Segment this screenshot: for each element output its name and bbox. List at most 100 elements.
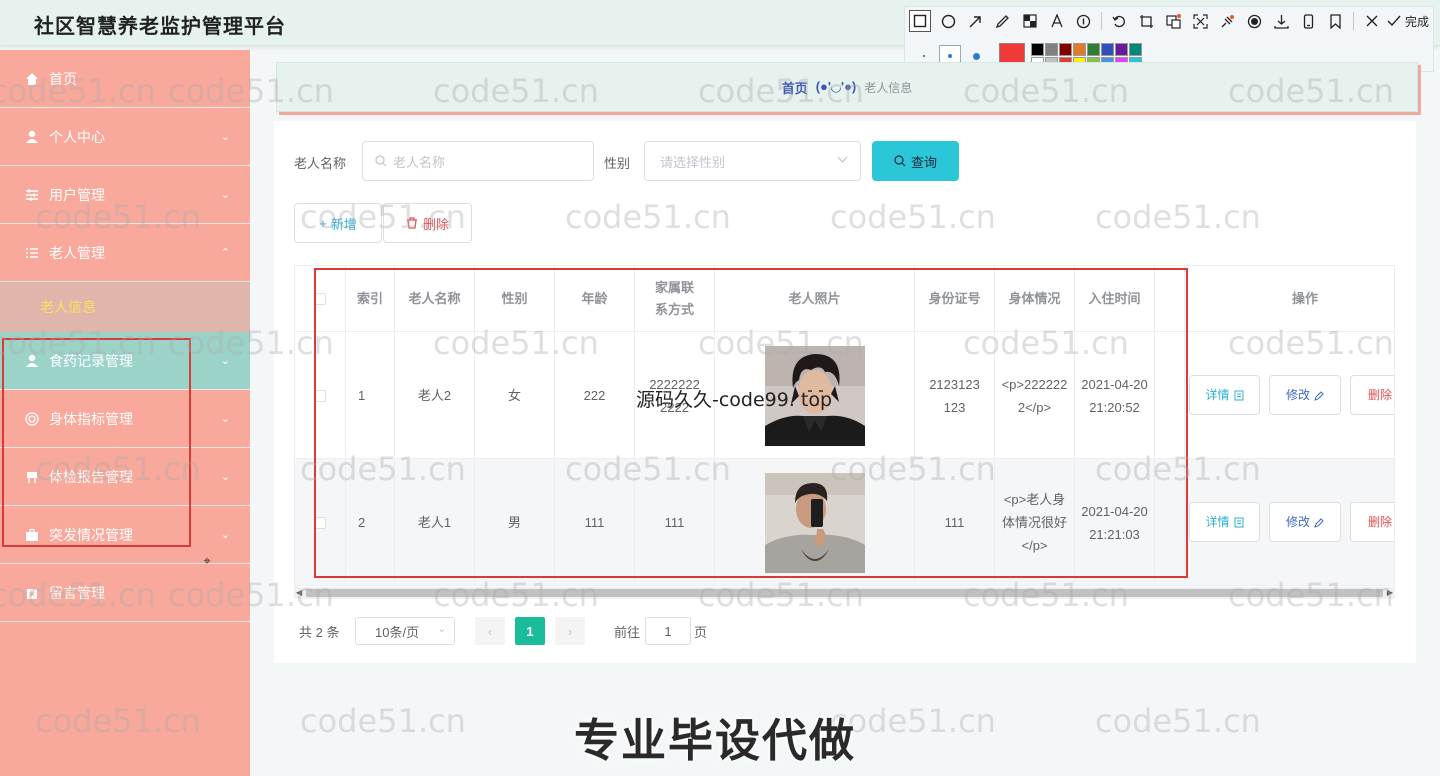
edit-icon: [1314, 390, 1324, 401]
check-icon[interactable]: [1385, 9, 1403, 33]
color-swatch[interactable]: [1129, 42, 1142, 56]
sidebar-item-label: 留言管理: [49, 584, 105, 601]
row-delete-button[interactable]: 删除: [1350, 375, 1394, 415]
chevron-up-icon: ⌃: [220, 247, 230, 259]
color-swatch[interactable]: [1101, 42, 1114, 56]
chevron-down-icon: ⌄: [220, 355, 230, 367]
close-icon[interactable]: [1358, 9, 1385, 33]
color-swatch[interactable]: [1031, 42, 1044, 56]
scroll-left-icon[interactable]: ◀: [296, 587, 302, 599]
edit-button-label: 修改: [1285, 387, 1310, 402]
color-swatch[interactable]: [1087, 42, 1100, 56]
expand-icon[interactable]: [1187, 9, 1214, 33]
watermark-text: code51.cn: [300, 702, 466, 740]
detail-button[interactable]: 详情: [1189, 502, 1260, 542]
color-swatch[interactable]: [1073, 42, 1086, 56]
page-number-current[interactable]: 1: [515, 617, 545, 645]
chevron-down-icon: ⌄: [437, 624, 446, 635]
record-icon[interactable]: [1241, 9, 1268, 33]
download-icon[interactable]: [1268, 9, 1295, 33]
cell-actions: 详情 修改 删除: [1185, 332, 1394, 459]
breadcrumb-current: 老人信息: [864, 80, 913, 95]
delete-button-label: 删除: [422, 216, 449, 232]
color-swatch[interactable]: [1059, 42, 1072, 56]
next-page-button[interactable]: ›: [555, 617, 585, 645]
row-delete-label: 删除: [1367, 387, 1392, 402]
query-button-label: 查询: [910, 154, 937, 170]
sidebar-item-profile[interactable]: 个人中心 ⌄: [0, 108, 250, 166]
sliders-icon: [24, 187, 40, 203]
batch-delete-button[interactable]: 删除: [383, 203, 472, 243]
horizontal-scrollbar[interactable]: ◀ ▶: [294, 587, 1395, 599]
mosaic-icon[interactable]: [1016, 9, 1043, 33]
sidebar-item-label: 个人中心: [49, 128, 105, 145]
plus-icon: +: [319, 215, 327, 231]
goto-page-input[interactable]: 1: [645, 617, 691, 645]
bookmark-icon[interactable]: [1322, 9, 1349, 33]
edit-button-label: 修改: [1285, 514, 1310, 529]
scroll-right-icon[interactable]: ▶: [1387, 587, 1393, 599]
sidebar-item-messages[interactable]: 留言管理: [0, 564, 250, 622]
prev-page-button[interactable]: ‹: [475, 617, 505, 645]
chevron-down-icon: ⌄: [220, 529, 230, 541]
page-size-value: 10条/页: [375, 624, 420, 640]
page-suffix-label: 页: [694, 625, 708, 640]
text-icon[interactable]: [1043, 9, 1070, 33]
done-label[interactable]: 完成: [1405, 13, 1429, 30]
annotation-red-rect: [314, 268, 1188, 578]
watermark-bottom-text: 专业毕设代做: [574, 714, 857, 767]
gender-select[interactable]: 请选择性别: [644, 141, 861, 181]
number-icon[interactable]: [1070, 9, 1097, 33]
user-icon: [24, 129, 40, 145]
pagination-total: 共 2 条: [299, 625, 340, 640]
edit-icon: [1314, 517, 1324, 528]
home-icon: [24, 71, 40, 87]
trash-icon: [24, 585, 40, 601]
name-search-input[interactable]: 老人名称: [362, 141, 594, 181]
add-button-label: 新增: [330, 216, 357, 232]
color-swatch[interactable]: [1045, 42, 1058, 56]
detail-button-label: 详情: [1205, 387, 1230, 402]
sidebar-item-label: 首页: [49, 70, 77, 87]
sidebar-subitem-elderly-info[interactable]: 老人信息: [0, 282, 250, 332]
breadcrumb-home[interactable]: 首页: [782, 78, 808, 97]
detail-button-label: 详情: [1205, 514, 1230, 529]
phone-icon[interactable]: [1295, 9, 1322, 33]
th-actions: 操作: [1291, 291, 1318, 306]
breadcrumb: 首页 (●'◡'●) 老人信息: [276, 62, 1418, 112]
arrow-icon[interactable]: [962, 9, 989, 33]
cursor-crosshair-icon: ⌖: [203, 553, 211, 568]
crop-icon[interactable]: [1133, 9, 1160, 33]
scrollbar-thumb[interactable]: [306, 589, 1383, 597]
rect-icon[interactable]: [909, 10, 931, 32]
goto-label: 前往: [614, 625, 641, 640]
gender-select-placeholder: 请选择性别: [660, 154, 726, 170]
edit-button[interactable]: 修改: [1269, 502, 1341, 542]
chevron-down-icon: ⌄: [220, 189, 230, 201]
edit-button[interactable]: 修改: [1269, 375, 1341, 415]
name-filter-label: 老人名称: [294, 156, 347, 171]
query-button[interactable]: 查询: [872, 141, 959, 181]
annotation-red-rect: [2, 338, 191, 547]
sidebar-item-elderly[interactable]: 老人管理 ⌃: [0, 224, 250, 282]
pen-icon[interactable]: [989, 9, 1016, 33]
color-swatch[interactable]: [1115, 42, 1128, 56]
undo-icon[interactable]: [1106, 9, 1133, 33]
circle-icon[interactable]: [935, 9, 962, 33]
detail-button[interactable]: 详情: [1189, 375, 1260, 415]
add-button[interactable]: + 新增: [294, 203, 382, 243]
app-title: 社区智慧养老监护管理平台: [34, 16, 286, 38]
sidebar-item-users[interactable]: 用户管理 ⌄: [0, 166, 250, 224]
sidebar-item-home[interactable]: 首页: [0, 50, 250, 108]
gender-filter-label: 性别: [604, 156, 631, 171]
ocr-icon[interactable]: [1160, 9, 1187, 33]
page-size-select[interactable]: 10条/页 ⌄: [355, 617, 455, 645]
chevron-down-icon: [837, 154, 848, 165]
toolbar-divider: [1353, 12, 1354, 30]
row-delete-button[interactable]: 删除: [1350, 502, 1394, 542]
chevron-left-icon: ‹: [487, 623, 493, 639]
pin-icon[interactable]: [1214, 9, 1241, 33]
cell-actions: 详情 修改 删除: [1185, 459, 1394, 586]
chevron-down-icon: ⌄: [220, 413, 230, 425]
watermark-overlay-text: 源码久久-code99. top: [636, 389, 833, 411]
